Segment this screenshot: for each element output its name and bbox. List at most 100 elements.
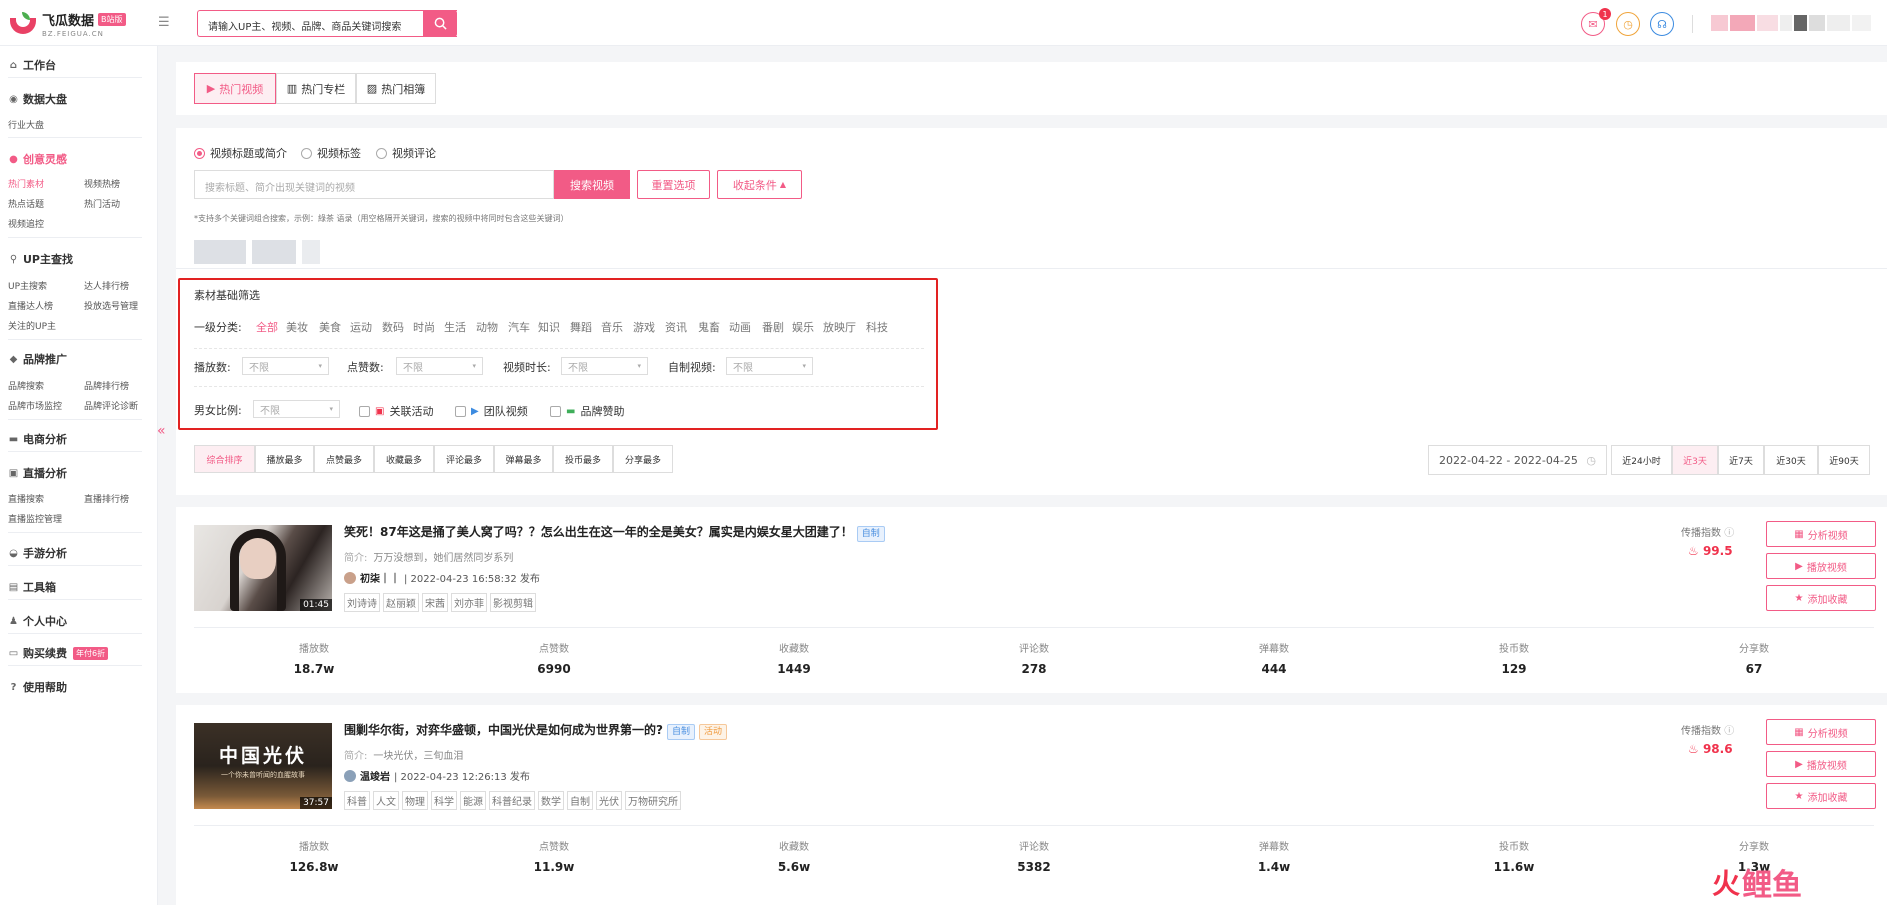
tab-hot-video[interactable]: ▶ 热门视频 bbox=[194, 73, 276, 104]
sidebar-dashboard[interactable]: ◉ 数据大盘 bbox=[8, 91, 67, 107]
video-title[interactable]: 笑死！87年这是捅了美人窝了吗？？怎么出生在这一年的全是美女？属实是内娱女星大团… bbox=[344, 523, 885, 542]
analyze-video-button[interactable]: ▦ 分析视频 bbox=[1766, 719, 1876, 745]
category-8[interactable]: 汽车 bbox=[508, 319, 530, 335]
video-title[interactable]: 围剿华尔街，对弈华盛顿，中国光伏是如何成为世界第一的? 自制 活动 bbox=[344, 721, 727, 740]
category-15[interactable]: 动画 bbox=[729, 319, 751, 335]
category-4[interactable]: 数码 bbox=[382, 319, 404, 335]
sidebar-item-brand-monitor[interactable]: 品牌市场监控 bbox=[8, 399, 62, 412]
category-11[interactable]: 音乐 bbox=[601, 319, 623, 335]
category-13[interactable]: 资讯 bbox=[665, 319, 687, 335]
collapse-sidebar-icon[interactable]: « bbox=[157, 423, 166, 439]
category-7[interactable]: 动物 bbox=[476, 319, 498, 335]
sidebar-item-live-rank[interactable]: 直播排行榜 bbox=[84, 492, 129, 505]
radio-comment[interactable]: 视频评论 bbox=[376, 145, 436, 161]
analyze-video-button[interactable]: ▦ 分析视频 bbox=[1766, 521, 1876, 547]
sidebar-item-brand-comment[interactable]: 品牌评论诊断 bbox=[84, 399, 138, 412]
category-9[interactable]: 知识 bbox=[538, 319, 560, 335]
play-count-select[interactable]: 不限 ▾ bbox=[242, 357, 329, 375]
sort-option-3[interactable]: 收藏最多 bbox=[374, 445, 434, 473]
sidebar-up[interactable]: ⚲ UP主查找 bbox=[8, 251, 73, 267]
sidebar-item-brand-search[interactable]: 品牌搜索 bbox=[8, 379, 44, 392]
tab-hot-album[interactable]: ▨ 热门相簿 bbox=[356, 73, 436, 104]
tab-hot-column[interactable]: ▥ 热门专栏 bbox=[276, 73, 356, 104]
category-1[interactable]: 美妆 bbox=[286, 319, 308, 335]
sidebar-item-live-talent[interactable]: 直播达人榜 bbox=[8, 299, 53, 312]
sidebar-item-industry[interactable]: 行业大盘 bbox=[8, 118, 44, 131]
global-search-input[interactable]: 请输入UP主、视频、品牌、商品关键词搜索 bbox=[197, 10, 457, 37]
menu-toggle-icon[interactable]: ☰ bbox=[158, 15, 170, 30]
self-made-select[interactable]: 不限 ▾ bbox=[726, 357, 813, 375]
user-avatar[interactable] bbox=[1711, 15, 1871, 31]
video-thumbnail[interactable]: 中国光伏 一个你未曾听闻的血腥故事 37:57 bbox=[194, 723, 332, 809]
category-12[interactable]: 游戏 bbox=[633, 319, 655, 335]
category-5[interactable]: 时尚 bbox=[413, 319, 435, 335]
sidebar-tools[interactable]: ▤ 工具箱 bbox=[8, 579, 56, 595]
category-2[interactable]: 美食 bbox=[319, 319, 341, 335]
brand-logo[interactable]: 飞瓜数据 B站版 BZ.FEIGUA.CN bbox=[10, 10, 126, 38]
search-video-button[interactable]: 搜索视频 bbox=[554, 170, 630, 199]
sidebar-buy[interactable]: ▭ 购买续费 年付6折 bbox=[8, 645, 109, 661]
sidebar-item-brand-rank[interactable]: 品牌排行榜 bbox=[84, 379, 129, 392]
date-option-1[interactable]: 近3天 bbox=[1672, 445, 1718, 475]
duration-select[interactable]: 不限 ▾ bbox=[561, 357, 648, 375]
category-17[interactable]: 娱乐 bbox=[792, 319, 814, 335]
date-option-4[interactable]: 近90天 bbox=[1818, 445, 1870, 475]
category-0[interactable]: 全部 bbox=[256, 319, 278, 335]
date-option-2[interactable]: 近7天 bbox=[1718, 445, 1764, 475]
category-16[interactable]: 番剧 bbox=[762, 319, 784, 335]
sidebar-workbench[interactable]: ⌂ 工作台 bbox=[8, 57, 56, 73]
date-option-3[interactable]: 近30天 bbox=[1764, 445, 1818, 475]
play-video-button[interactable]: ▶ 播放视频 bbox=[1766, 553, 1876, 579]
sort-option-4[interactable]: 评论最多 bbox=[434, 445, 494, 473]
play-video-button[interactable]: ▶ 播放视频 bbox=[1766, 751, 1876, 777]
sidebar-item-video-rank[interactable]: 视频热榜 bbox=[84, 177, 120, 190]
category-10[interactable]: 舞蹈 bbox=[570, 319, 592, 335]
sidebar-item-up-search[interactable]: UP主搜索 bbox=[8, 279, 47, 292]
video-thumbnail[interactable]: 01:45 bbox=[194, 525, 332, 611]
collapse-conditions-button[interactable]: 收起条件 ▲ bbox=[717, 170, 802, 199]
checkbox-team-video[interactable]: ▶ 团队视频 bbox=[455, 403, 528, 419]
global-search-button[interactable] bbox=[423, 10, 457, 37]
sidebar-item-followed-up[interactable]: 关注的UP主 bbox=[8, 319, 56, 332]
checkbox-brand-sponsor[interactable]: ▬ 品牌赞助 bbox=[550, 403, 624, 419]
customer-service-icon[interactable]: ☊ bbox=[1650, 12, 1674, 36]
checkbox-activity[interactable]: ▣ 关联活动 bbox=[359, 403, 433, 419]
date-option-0[interactable]: 近24小时 bbox=[1611, 445, 1672, 475]
date-range-picker[interactable]: 2022-04-22 - 2022-04-25 ◷ bbox=[1428, 445, 1607, 475]
sidebar-item-hot-material[interactable]: 热门素材 bbox=[8, 177, 44, 190]
category-19[interactable]: 科技 bbox=[866, 319, 888, 335]
category-18[interactable]: 放映厅 bbox=[823, 319, 856, 335]
radio-title[interactable]: 视频标题或简介 bbox=[194, 145, 287, 161]
sort-option-5[interactable]: 弹幕最多 bbox=[494, 445, 553, 473]
sidebar-item-live-monitor[interactable]: 直播监控管理 bbox=[8, 512, 62, 525]
sidebar-help[interactable]: ? 使用帮助 bbox=[8, 679, 67, 695]
category-6[interactable]: 生活 bbox=[444, 319, 466, 335]
gender-ratio-select[interactable]: 不限 ▾ bbox=[253, 400, 340, 418]
radio-tag[interactable]: 视频标签 bbox=[301, 145, 361, 161]
add-favorite-button[interactable]: ★ 添加收藏 bbox=[1766, 585, 1876, 611]
clock-icon[interactable]: ◷ bbox=[1616, 12, 1640, 36]
sidebar-creative[interactable]: ● 创意灵感 bbox=[8, 151, 67, 167]
sidebar-live[interactable]: ▣ 直播分析 bbox=[8, 465, 67, 481]
video-author[interactable]: 温竣岩 | 2022-04-23 12:26:13 发布 bbox=[344, 768, 530, 783]
sort-option-2[interactable]: 点赞最多 bbox=[314, 445, 374, 473]
sort-option-0[interactable]: 综合排序 bbox=[194, 445, 255, 473]
sidebar-item-live-search[interactable]: 直播搜索 bbox=[8, 492, 44, 505]
sidebar-ecom[interactable]: ▬ 电商分析 bbox=[8, 431, 67, 447]
sidebar-item-hot-activity[interactable]: 热门活动 bbox=[84, 197, 120, 210]
sort-option-1[interactable]: 播放最多 bbox=[255, 445, 314, 473]
like-count-select[interactable]: 不限 ▾ bbox=[396, 357, 483, 375]
sidebar-item-placement[interactable]: 投放选号管理 bbox=[84, 299, 138, 312]
sidebar-personal[interactable]: ♟ 个人中心 bbox=[8, 613, 67, 629]
sort-option-6[interactable]: 投币最多 bbox=[553, 445, 613, 473]
sidebar-item-video-track[interactable]: 视频追控 bbox=[8, 217, 44, 230]
sidebar-item-talent-rank[interactable]: 达人排行榜 bbox=[84, 279, 129, 292]
category-3[interactable]: 运动 bbox=[350, 319, 372, 335]
sidebar-game[interactable]: ◒ 手游分析 bbox=[8, 545, 67, 561]
sort-option-7[interactable]: 分享最多 bbox=[613, 445, 673, 473]
keyword-search-input[interactable]: 搜索标题、简介出现关键词的视频 bbox=[194, 170, 554, 199]
add-favorite-button[interactable]: ★ 添加收藏 bbox=[1766, 783, 1876, 809]
video-author[interactable]: 初柒｜｜ | 2022-04-23 16:58:32 发布 bbox=[344, 570, 540, 585]
sidebar-brand[interactable]: ◆ 品牌推广 bbox=[8, 351, 67, 367]
sidebar-item-hot-topic[interactable]: 热点话题 bbox=[8, 197, 44, 210]
